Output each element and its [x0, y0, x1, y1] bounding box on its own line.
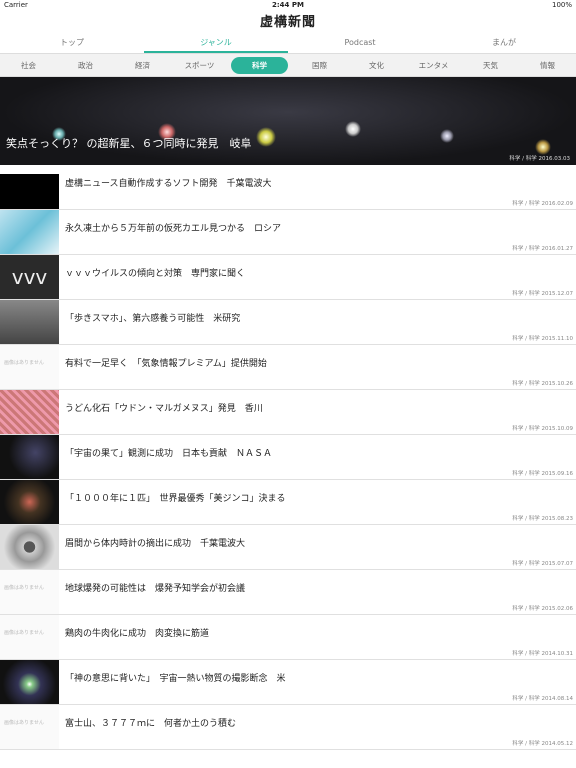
article-thumbnail — [0, 300, 59, 344]
no-image-text: 画像はありません — [4, 360, 44, 366]
article-meta: 科学 / 科学 2015.12.07 — [512, 291, 573, 297]
list-item[interactable]: 眉間から体内時計の摘出に成功 千葉電波大 科学 / 科学 2015.07.07 — [0, 525, 576, 570]
app-title: 虚構新聞 — [259, 15, 316, 30]
article-title: 永久凍土から５万年前の仮死カエル見つかる ロシア — [65, 224, 282, 234]
article-title: うどん化石「ウドン・マルガメヌス」発見 香川 — [65, 404, 263, 414]
hero-title: 笑点そっくり？ の超新星、６つ同時に発見 岐阜 — [6, 137, 252, 150]
article-list: 虚構ニュース自動作成するソフト開発 千葉電波大 科学 / 科学 2016.02.… — [0, 165, 576, 750]
hero-meta: 科学 / 科学 2016.03.03 — [509, 156, 570, 162]
article-title: 鶏肉の牛肉化に成功 肉変換に筋道 — [65, 629, 210, 639]
article-thumbnail — [0, 390, 59, 434]
article-meta: 科学 / 科学 2016.01.27 — [512, 246, 573, 252]
genre-culture[interactable]: 文化 — [348, 60, 405, 71]
no-image-text: 画像はありません — [4, 630, 44, 636]
clock: 2:44 PM — [272, 1, 304, 9]
article-title: 地球爆発の可能性は 爆発予知学会が初会議 — [65, 584, 246, 594]
genre-economy[interactable]: 経済 — [114, 60, 171, 71]
genre-bar: 社会 政治 経済 スポーツ 科学 国際 文化 エンタメ 天気 情報 — [0, 54, 576, 77]
genre-info[interactable]: 情報 — [519, 60, 576, 71]
genre-politics[interactable]: 政治 — [57, 60, 114, 71]
article-title: 富士山、３７７７ｍに 何者か土のう積む — [65, 719, 237, 729]
genre-international[interactable]: 国際 — [291, 60, 348, 71]
list-item[interactable]: 画像はありません 有料で一足早く 「気象情報プレミアム」提供開始 科学 / 科学… — [0, 345, 576, 390]
tab-manga[interactable]: まんが — [432, 34, 576, 53]
list-item[interactable]: 「宇宙の果て」観測に成功 日本も貢献 ＮＡＳＡ 科学 / 科学 2015.09.… — [0, 435, 576, 480]
article-title: 「１０００年に１匹」 世界最優秀「美ジンコ」決まる — [65, 494, 286, 504]
article-meta: 科学 / 科学 2016.02.09 — [512, 201, 573, 207]
no-image-placeholder: 画像はありません — [0, 615, 59, 659]
hero-image-star — [440, 129, 454, 143]
article-title: 虚構ニュース自動作成するソフト開発 千葉電波大 — [65, 179, 272, 189]
article-thumbnail — [0, 165, 59, 209]
article-meta: 科学 / 科学 2014.05.12 — [512, 741, 573, 747]
list-item[interactable]: うどん化石「ウドン・マルガメヌス」発見 香川 科学 / 科学 2015.10.0… — [0, 390, 576, 435]
genre-entertainment[interactable]: エンタメ — [405, 60, 462, 71]
article-title: 「宇宙の果て」観測に成功 日本も貢献 ＮＡＳＡ — [65, 449, 273, 459]
article-thumbnail: vvv — [0, 255, 59, 299]
article-thumbnail — [0, 660, 59, 704]
list-item[interactable]: 「歩きスマホ」、第六感養う可能性 米研究 科学 / 科学 2015.11.10 — [0, 300, 576, 345]
list-item[interactable]: 画像はありません 鶏肉の牛肉化に成功 肉変換に筋道 科学 / 科学 2014.1… — [0, 615, 576, 660]
list-item[interactable]: 永久凍土から５万年前の仮死カエル見つかる ロシア 科学 / 科学 2016.01… — [0, 210, 576, 255]
article-thumbnail — [0, 480, 59, 524]
tab-top[interactable]: トップ — [0, 34, 144, 53]
article-meta: 科学 / 科学 2015.09.16 — [512, 471, 573, 477]
genre-science[interactable]: 科学 — [231, 56, 288, 74]
article-meta: 科学 / 科学 2015.10.26 — [512, 381, 573, 387]
article-thumbnail — [0, 525, 59, 569]
main-tabs: トップ ジャンル Podcast まんが — [0, 34, 576, 54]
battery-label: 100% — [551, 1, 572, 9]
article-title: 眉間から体内時計の摘出に成功 千葉電波大 — [65, 539, 246, 549]
article-title: 「神の意思に背いた」 宇宙一熱い物質の撮影断念 米 — [65, 674, 286, 684]
genre-society[interactable]: 社会 — [0, 60, 57, 71]
no-image-text: 画像はありません — [4, 585, 44, 591]
article-meta: 科学 / 科学 2015.08.23 — [512, 516, 573, 522]
no-image-placeholder: 画像はありません — [0, 570, 59, 614]
hero-article[interactable]: 笑点そっくり？ の超新星、６つ同時に発見 岐阜 科学 / 科学 2016.03.… — [0, 77, 576, 165]
hero-image-star — [535, 139, 551, 155]
no-image-placeholder: 画像はありません — [0, 705, 59, 749]
article-meta: 科学 / 科学 2014.08.14 — [512, 696, 573, 702]
list-item[interactable]: 虚構ニュース自動作成するソフト開発 千葉電波大 科学 / 科学 2016.02.… — [0, 165, 576, 210]
status-bar: Carrier 2:44 PM 100% — [0, 0, 576, 12]
article-meta: 科学 / 科学 2015.07.07 — [512, 561, 573, 567]
genre-sports[interactable]: スポーツ — [171, 60, 228, 71]
hero-image-star — [345, 121, 361, 137]
article-meta: 科学 / 科学 2014.10.31 — [512, 651, 573, 657]
no-image-text: 画像はありません — [4, 720, 44, 726]
article-title: 「歩きスマホ」、第六感養う可能性 米研究 — [65, 314, 241, 324]
article-meta: 科学 / 科学 2015.11.10 — [512, 336, 573, 342]
genre-weather[interactable]: 天気 — [462, 60, 519, 71]
list-item[interactable]: 「１０００年に１匹」 世界最優秀「美ジンコ」決まる 科学 / 科学 2015.0… — [0, 480, 576, 525]
article-meta: 科学 / 科学 2015.10.09 — [512, 426, 573, 432]
article-thumbnail — [0, 210, 59, 254]
no-image-placeholder: 画像はありません — [0, 345, 59, 389]
list-item[interactable]: 画像はありません 地球爆発の可能性は 爆発予知学会が初会議 科学 / 科学 20… — [0, 570, 576, 615]
tab-genre[interactable]: ジャンル — [144, 34, 288, 53]
article-title: 有料で一足早く 「気象情報プレミアム」提供開始 — [65, 359, 267, 369]
list-item[interactable]: 「神の意思に背いた」 宇宙一熱い物質の撮影断念 米 科学 / 科学 2014.0… — [0, 660, 576, 705]
article-title: ｖｖｖウイルスの傾向と対策 専門家に聞く — [65, 269, 246, 279]
hero-image-star — [256, 127, 276, 147]
article-thumbnail — [0, 435, 59, 479]
tab-podcast[interactable]: Podcast — [288, 34, 432, 53]
list-item[interactable]: 画像はありません 富士山、３７７７ｍに 何者か土のう積む 科学 / 科学 201… — [0, 705, 576, 750]
article-meta: 科学 / 科学 2015.02.06 — [512, 606, 573, 612]
list-item[interactable]: vvv ｖｖｖウイルスの傾向と対策 専門家に聞く 科学 / 科学 2015.12… — [0, 255, 576, 300]
